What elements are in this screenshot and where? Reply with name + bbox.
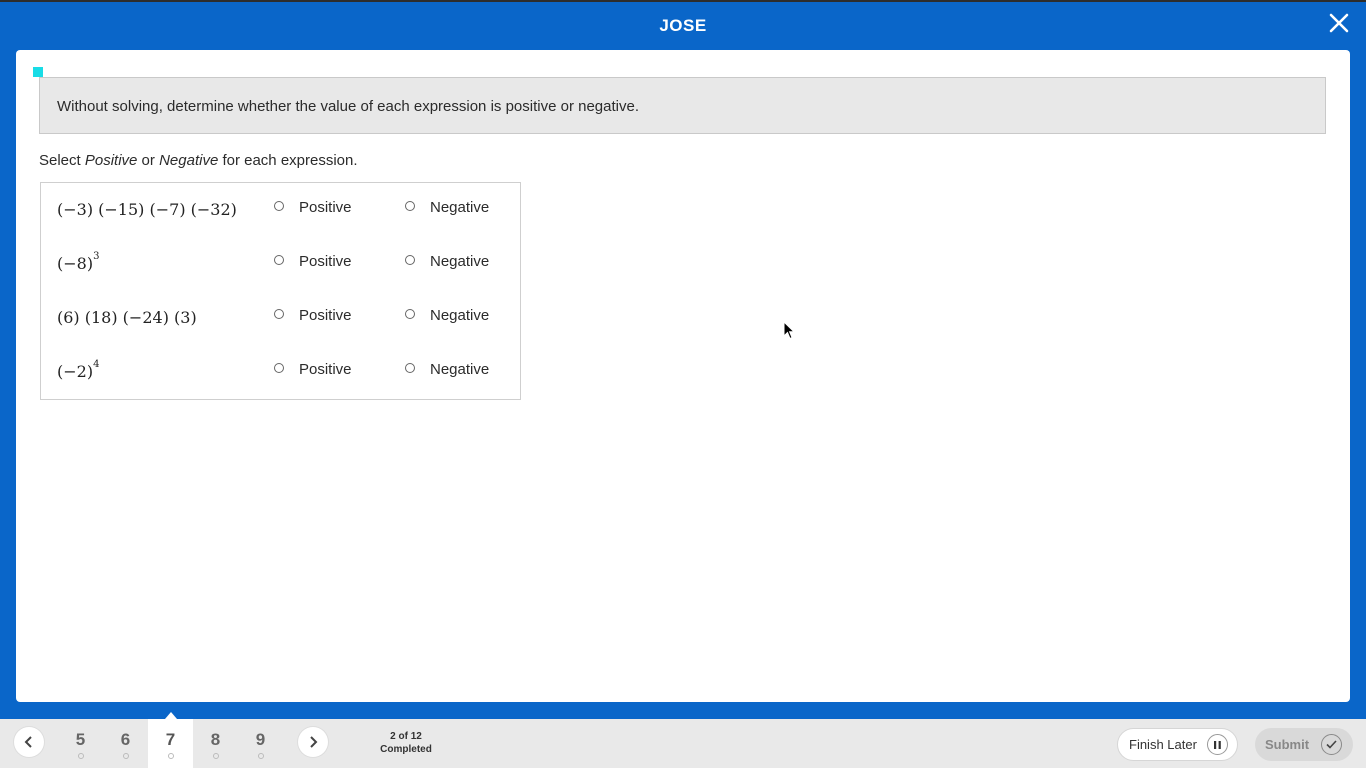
positive-option[interactable]: Positive (274, 253, 352, 270)
submit-button[interactable]: Submit (1255, 728, 1353, 761)
question-number-label: 8 (210, 730, 221, 749)
pause-icon (1207, 734, 1228, 755)
positive-option[interactable]: Positive (274, 199, 352, 216)
footer-nav: 5 6 7 8 9 2 of 12 Completed Finish Later… (0, 712, 1366, 768)
radio-button[interactable] (405, 255, 415, 265)
question-number-8[interactable]: 8 (193, 719, 238, 768)
answer-matrix: (−3) (−15) (−7) (−32) Positive Negative … (40, 182, 521, 400)
question-number-9[interactable]: 9 (238, 719, 283, 768)
radio-button[interactable] (405, 363, 415, 373)
expression-text: (6) (18) (−24) (3) (57, 308, 197, 327)
instruction-or: or (137, 152, 160, 169)
expression-exponent: 4 (93, 359, 100, 370)
header-bar: JOSE (0, 0, 1366, 50)
progress-count: 2 of 12 (390, 731, 422, 742)
previous-button[interactable] (14, 727, 44, 757)
option-label: Positive (299, 361, 352, 378)
finish-later-button[interactable]: Finish Later (1117, 728, 1238, 761)
radio-button[interactable] (274, 255, 284, 265)
question-number-6[interactable]: 6 (103, 719, 148, 768)
finish-later-label: Finish Later (1129, 737, 1197, 752)
question-number-label: 5 (75, 730, 86, 749)
expression: (−8)3 (57, 251, 100, 273)
question-number-label: 7 (165, 730, 176, 749)
instruction-suffix: for each expression. (218, 152, 358, 169)
question-status-dot (257, 753, 264, 759)
positive-option[interactable]: Positive (274, 307, 352, 324)
question-number-7[interactable]: 7 (148, 712, 193, 768)
next-button[interactable] (298, 727, 328, 757)
progress-status: 2 of 12 Completed (370, 730, 442, 756)
option-label: Negative (430, 361, 490, 378)
matrix-row: (−8)3 Positive Negative (41, 237, 520, 291)
question-status-dot (167, 753, 174, 759)
chevron-right-icon (310, 736, 318, 748)
check-icon (1321, 734, 1342, 755)
question-status-dot (122, 753, 129, 759)
instruction-negative: Negative (159, 152, 219, 169)
expression-text: (−8) (57, 254, 94, 273)
radio-button[interactable] (405, 309, 415, 319)
question-status-dot (77, 753, 84, 759)
question-number-5[interactable]: 5 (58, 719, 103, 768)
matrix-row: (6) (18) (−24) (3) Positive Negative (41, 291, 520, 345)
question-number-label: 9 (255, 730, 266, 749)
question-prompt: Without solving, determine whether the v… (39, 77, 1326, 134)
radio-button[interactable] (274, 309, 284, 319)
option-label: Negative (430, 199, 490, 216)
negative-option[interactable]: Negative (405, 361, 489, 378)
radio-button[interactable] (274, 363, 284, 373)
instruction-text: Select (39, 152, 85, 169)
submit-label: Submit (1265, 737, 1310, 752)
expression: (−2)4 (57, 359, 100, 381)
expression-exponent: 3 (93, 251, 100, 262)
negative-option[interactable]: Negative (405, 253, 489, 270)
option-label: Positive (299, 199, 352, 216)
active-caret (164, 712, 177, 719)
header-title: JOSE (659, 16, 707, 35)
matrix-row: (−2)4 Positive Negative (41, 345, 520, 399)
cursor-icon (783, 320, 796, 345)
option-label: Positive (299, 253, 352, 270)
question-card: Without solving, determine whether the v… (16, 50, 1350, 702)
negative-option[interactable]: Negative (405, 307, 489, 324)
expression: (−3) (−15) (−7) (−32) (57, 200, 237, 219)
positive-option[interactable]: Positive (274, 361, 352, 378)
question-status-dot (212, 753, 219, 759)
option-label: Positive (299, 307, 352, 324)
question-number-label: 6 (120, 730, 131, 749)
flag-marker[interactable] (33, 67, 43, 77)
radio-button[interactable] (405, 201, 415, 211)
option-label: Negative (430, 253, 490, 270)
expression: (6) (18) (−24) (3) (57, 308, 197, 327)
expression-text: (−2) (57, 362, 94, 381)
negative-option[interactable]: Negative (405, 199, 489, 216)
chevron-left-icon (24, 736, 32, 748)
option-label: Negative (430, 307, 490, 324)
close-icon[interactable] (1326, 10, 1352, 36)
matrix-row: (−3) (−15) (−7) (−32) Positive Negative (41, 183, 520, 237)
radio-button[interactable] (274, 201, 284, 211)
progress-label: Completed (380, 744, 432, 755)
question-instruction: Select Positive or Negative for each exp… (39, 152, 358, 169)
instruction-positive: Positive (84, 152, 138, 169)
expression-text: (−3) (−15) (−7) (−32) (57, 200, 237, 219)
